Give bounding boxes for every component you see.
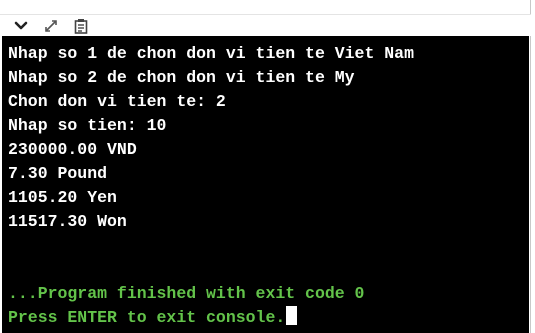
expand-icon[interactable] bbox=[40, 17, 62, 35]
console-line: Nhap so tien: 10 bbox=[8, 116, 167, 135]
console-line: 7.30 Pound bbox=[8, 164, 108, 183]
exit-prompt-line: Press ENTER to exit console. bbox=[8, 306, 529, 330]
console-line: 11517.30 Won bbox=[8, 212, 127, 231]
console-output[interactable]: Nhap so 1 de chon don vi tien te Viet Na… bbox=[2, 36, 529, 333]
text-cursor bbox=[286, 306, 298, 325]
chevron-down-icon[interactable] bbox=[10, 17, 32, 35]
copy-icon[interactable] bbox=[70, 17, 92, 35]
console-line: 230000.00 VND bbox=[8, 140, 137, 159]
console-line: Nhap so 1 de chon don vi tien te Viet Na… bbox=[8, 44, 414, 63]
exit-prompt-message: Press ENTER to exit console. bbox=[8, 308, 286, 327]
console-line: 1105.20 Yen bbox=[8, 188, 117, 207]
exit-status-message: ...Program finished with exit code 0 bbox=[8, 284, 365, 303]
console-toolbar bbox=[0, 14, 531, 36]
console-window: Nhap so 1 de chon don vi tien te Viet Na… bbox=[0, 0, 531, 333]
console-line: Chon don vi tien te: 2 bbox=[8, 92, 226, 111]
console-line: Nhap so 2 de chon don vi tien te My bbox=[8, 68, 355, 87]
